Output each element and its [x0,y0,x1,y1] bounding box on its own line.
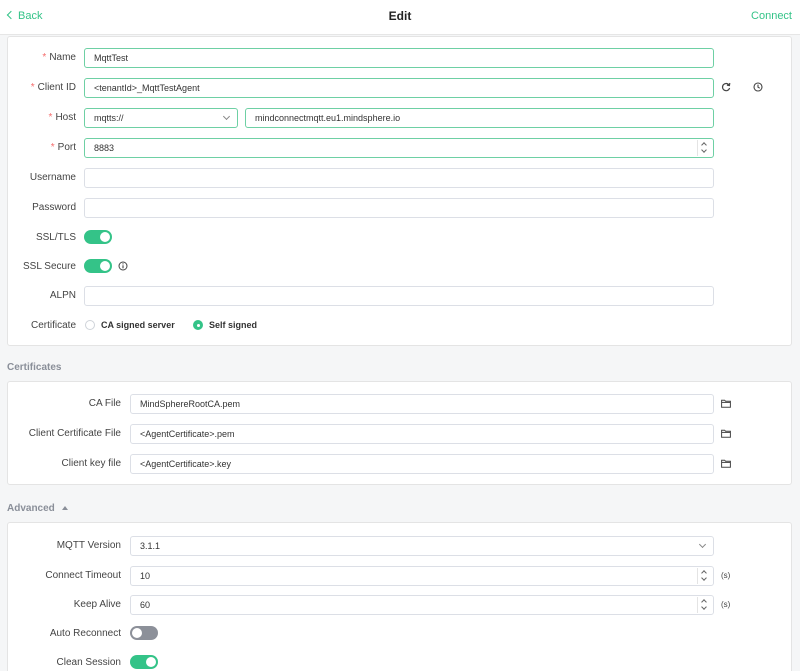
client-key-label: Client key file [61,458,121,469]
alpn-input[interactable] [84,286,714,306]
keep-alive-label: Keep Alive [73,599,121,610]
connect-timeout-value: 10 [140,571,151,581]
connect-timeout-stepper[interactable] [697,568,711,584]
auto-reconnect-toggle[interactable] [130,626,158,640]
connect-timeout-input[interactable]: 10 [130,566,714,586]
caret-up-icon [61,506,68,510]
folder-icon[interactable] [721,459,731,471]
chevron-down-icon [222,112,231,121]
clean-session-toggle[interactable] [130,655,158,669]
port-input[interactable]: 8883 [84,138,714,158]
info-icon[interactable] [118,261,128,274]
ssl-secure-label: SSL Secure [23,261,76,272]
advanced-section-title: Advanced [7,503,55,514]
host-input[interactable]: mindconnectmqtt.eu1.mindsphere.io [245,108,714,128]
radio-ca-signed-label[interactable]: CA signed server [101,320,175,330]
auto-reconnect-label: Auto Reconnect [49,628,121,639]
protocol-value: mqtts:// [94,113,124,123]
folder-icon[interactable] [721,429,731,441]
ca-file-input[interactable]: MindSphereRootCA.pem [130,394,714,414]
keep-alive-unit: (s) [721,600,731,609]
name-label: * Name [42,52,76,63]
protocol-select[interactable]: mqtts:// [84,108,238,128]
chevron-down-icon [698,540,707,549]
certificate-label: Certificate [30,320,76,331]
mqtt-version-select[interactable]: 3.1.1 [130,536,714,556]
ssl-tls-label: SSL/TLS [35,232,76,243]
client-cert-label: Client Certificate File [28,428,121,439]
radio-self-signed[interactable] [193,320,203,330]
alpn-label: ALPN [49,290,76,301]
refresh-icon[interactable] [721,82,731,95]
clean-session-label: Clean Session [56,657,121,668]
keep-alive-stepper[interactable] [697,597,711,613]
keep-alive-input[interactable]: 60 [130,595,714,615]
username-input[interactable] [84,168,714,188]
advanced-section-toggle[interactable]: Advanced [7,503,68,514]
certificates-section-title: Certificates [7,362,62,373]
port-stepper[interactable] [697,140,711,156]
radio-self-signed-label[interactable]: Self signed [209,320,257,330]
mqtt-version-label: MQTT Version [56,540,121,551]
password-input[interactable] [84,198,714,218]
folder-icon[interactable] [721,399,731,411]
keep-alive-value: 60 [140,600,151,610]
ssl-secure-toggle[interactable] [84,259,112,273]
username-label: Username [29,172,76,183]
radio-ca-signed[interactable] [85,320,95,330]
mqtt-version-value: 3.1.1 [140,541,161,551]
connect-timeout-label: Connect Timeout [45,570,121,581]
port-label: * Port [50,142,76,153]
ssl-tls-toggle[interactable] [84,230,112,244]
ca-file-label: CA File [88,398,121,409]
top-bar: Back Edit Connect [0,0,800,35]
port-value: 8883 [94,143,115,153]
connect-timeout-unit: (s) [721,571,731,580]
client-key-input[interactable]: <AgentCertificate>.key [130,454,714,474]
client-id-label: * Client ID [30,82,76,93]
page-title: Edit [388,9,412,23]
password-label: Password [32,202,76,213]
host-label: * Host [48,112,76,123]
name-input[interactable]: MqttTest [84,48,714,68]
clock-icon[interactable] [753,82,763,95]
client-id-input[interactable]: <tenantId>_MqttTestAgent [84,78,714,98]
connect-button[interactable]: Connect [751,10,792,22]
client-cert-input[interactable]: <AgentCertificate>.pem [130,424,714,444]
